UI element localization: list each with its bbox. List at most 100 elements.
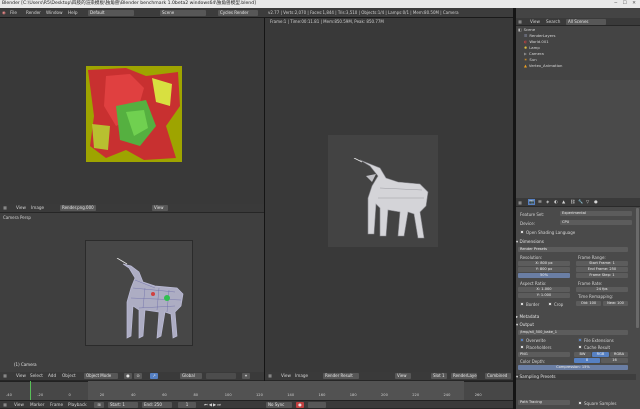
aspect-y-field[interactable]: Y: 1.000: [518, 293, 570, 298]
blender-logo-icon[interactable]: ◉: [2, 10, 6, 16]
image-view-mode[interactable]: View: [395, 373, 411, 379]
start-frame-field[interactable]: Start: 1: [108, 402, 138, 408]
slot-selector[interactable]: Slot 1: [431, 373, 447, 379]
frame-step-prop[interactable]: Frame Step: 1: [576, 273, 628, 278]
end-frame-prop[interactable]: End Frame: 250: [576, 267, 628, 272]
preview-range-icon[interactable]: ⊞: [94, 402, 104, 408]
dimensions-panel-header[interactable]: ▾ Dimensions: [516, 239, 636, 245]
aspect-x-field[interactable]: X: 1.000: [518, 287, 570, 292]
render-engine-selector[interactable]: Cycles Render: [218, 10, 258, 16]
color-bw-button[interactable]: BW: [574, 352, 591, 357]
editor-type-icon[interactable]: ▦: [3, 402, 7, 408]
window-controls[interactable]: ─ ☐ ✕: [614, 0, 638, 8]
auto-key-icon[interactable]: ●: [296, 402, 304, 408]
material-tab-icon[interactable]: ●: [594, 199, 598, 205]
snap-icon[interactable]: ⌖: [242, 373, 250, 379]
feature-set-selector[interactable]: Experimental: [560, 211, 632, 216]
layout-selector[interactable]: Default: [88, 10, 134, 16]
vp-menu-select[interactable]: Select: [30, 373, 43, 379]
editor-type-icon[interactable]: ▦: [518, 200, 522, 206]
tl-menu-view[interactable]: View: [14, 402, 24, 408]
mode-selector[interactable]: Object Mode: [84, 373, 118, 379]
remap-old-field[interactable]: Old: 100: [576, 301, 601, 306]
playback-controls-icon[interactable]: ⏮◀▶⏭: [204, 402, 222, 408]
outliner-view-menu[interactable]: View: [530, 19, 540, 25]
render-pass-selector[interactable]: Combined: [485, 373, 511, 379]
area-divider-vertical[interactable]: [264, 18, 265, 381]
world-tab-icon[interactable]: ◐: [554, 199, 558, 205]
uv-view-mode[interactable]: View: [152, 205, 168, 211]
compression-slider[interactable]: Compression: 15%: [518, 365, 628, 370]
output-panel-header[interactable]: ▾ Output: [516, 322, 636, 328]
scene-selector[interactable]: Scene: [160, 10, 206, 16]
uv-image-selector[interactable]: Render.png.000: [60, 205, 96, 211]
menu-file[interactable]: File: [10, 10, 17, 16]
placeholders-checkbox[interactable]: [520, 345, 524, 349]
tl-menu-playback[interactable]: Playback: [68, 402, 87, 408]
pivot-icon[interactable]: ⊙: [134, 373, 142, 379]
border-checkbox[interactable]: [520, 302, 524, 306]
scene-tab-icon[interactable]: ◈: [546, 199, 549, 205]
cache-checkbox[interactable]: [578, 345, 582, 349]
outliner-item[interactable]: ▲ Vertex_Animation: [524, 63, 562, 69]
output-path-field[interactable]: /tmp/all_500_bake_1: [518, 330, 628, 335]
editor-type-icon[interactable]: ▦: [3, 205, 7, 211]
constraint-tab-icon[interactable]: ⛓: [570, 199, 575, 205]
render-layer-selector[interactable]: RenderLayer: [451, 373, 477, 379]
square-samples-checkbox[interactable]: [578, 401, 582, 405]
tl-menu-frame[interactable]: Frame: [50, 402, 63, 408]
menu-render[interactable]: Render: [26, 10, 41, 16]
end-frame-field[interactable]: End: 250: [142, 402, 172, 408]
depth-8-button[interactable]: 8: [574, 358, 600, 363]
file-format-selector[interactable]: PNG: [518, 352, 570, 357]
menu-window[interactable]: Window: [46, 10, 63, 16]
frame-rate-selector[interactable]: 24 fps: [576, 287, 628, 292]
overwrite-checkbox[interactable]: [520, 338, 524, 342]
editor-type-icon[interactable]: ▦: [268, 373, 272, 379]
orientation-selector[interactable]: Global: [180, 373, 202, 379]
metadata-panel-header[interactable]: ▸ Metadata: [516, 314, 636, 320]
res-percent-slider[interactable]: 50%: [518, 273, 570, 278]
image-selector[interactable]: Render Result: [323, 373, 359, 379]
unicorn-wireframe[interactable]: [95, 258, 205, 348]
outliner-filter[interactable]: All Scenes: [566, 19, 606, 25]
current-frame-field[interactable]: 1: [178, 402, 196, 408]
remap-new-field[interactable]: New: 100: [603, 301, 628, 306]
uv-menu-image[interactable]: Image: [31, 205, 44, 211]
color-rgba-button[interactable]: RGBA: [610, 352, 628, 357]
sampling-panel-header[interactable]: ▾ Sampling Presets: [516, 374, 636, 380]
menu-help[interactable]: Help: [68, 10, 78, 16]
render-tab-icon[interactable]: 📷: [528, 199, 536, 205]
crop-checkbox[interactable]: [548, 302, 552, 306]
color-rgb-button[interactable]: RGB: [592, 352, 609, 357]
object-tab-icon[interactable]: ▲: [562, 199, 565, 205]
depth-16-button[interactable]: 16: [601, 358, 628, 363]
shading-solid-icon[interactable]: ●: [124, 373, 132, 379]
editor-type-icon[interactable]: ▦: [518, 19, 522, 25]
data-tab-icon[interactable]: ▽: [586, 199, 589, 205]
file-ext-checkbox[interactable]: [578, 338, 582, 342]
img-menu-view[interactable]: View: [281, 373, 291, 379]
layer-buttons[interactable]: [206, 373, 236, 379]
img-menu-image[interactable]: Image: [295, 373, 308, 379]
keying-set-selector[interactable]: [308, 402, 326, 408]
tl-menu-marker[interactable]: Marker: [30, 402, 44, 408]
render-presets-selector[interactable]: Render Presets: [518, 247, 628, 252]
manipulator-icon[interactable]: ↗: [150, 373, 158, 379]
vp-menu-add[interactable]: Add: [48, 373, 56, 379]
properties-scrollbar[interactable]: [636, 208, 639, 328]
sync-selector[interactable]: No Sync: [266, 402, 292, 408]
res-y-field[interactable]: Y: 800 px: [518, 267, 570, 272]
vp-menu-object[interactable]: Object: [62, 373, 76, 379]
integrator-selector[interactable]: Path Tracing: [518, 400, 570, 405]
osl-checkbox[interactable]: [520, 230, 524, 234]
start-frame-prop[interactable]: Start Frame: 1: [576, 261, 628, 266]
render-layers-tab-icon[interactable]: ☰: [538, 199, 542, 205]
device-selector[interactable]: CPU: [560, 220, 632, 225]
res-x-field[interactable]: X: 800 px: [518, 261, 570, 266]
vp-menu-view[interactable]: View: [16, 373, 26, 379]
uv-menu-view[interactable]: View: [16, 205, 26, 211]
editor-type-icon[interactable]: ▦: [3, 373, 7, 379]
outliner-search-menu[interactable]: Search: [546, 19, 560, 25]
modifier-tab-icon[interactable]: 🔧: [578, 199, 583, 205]
